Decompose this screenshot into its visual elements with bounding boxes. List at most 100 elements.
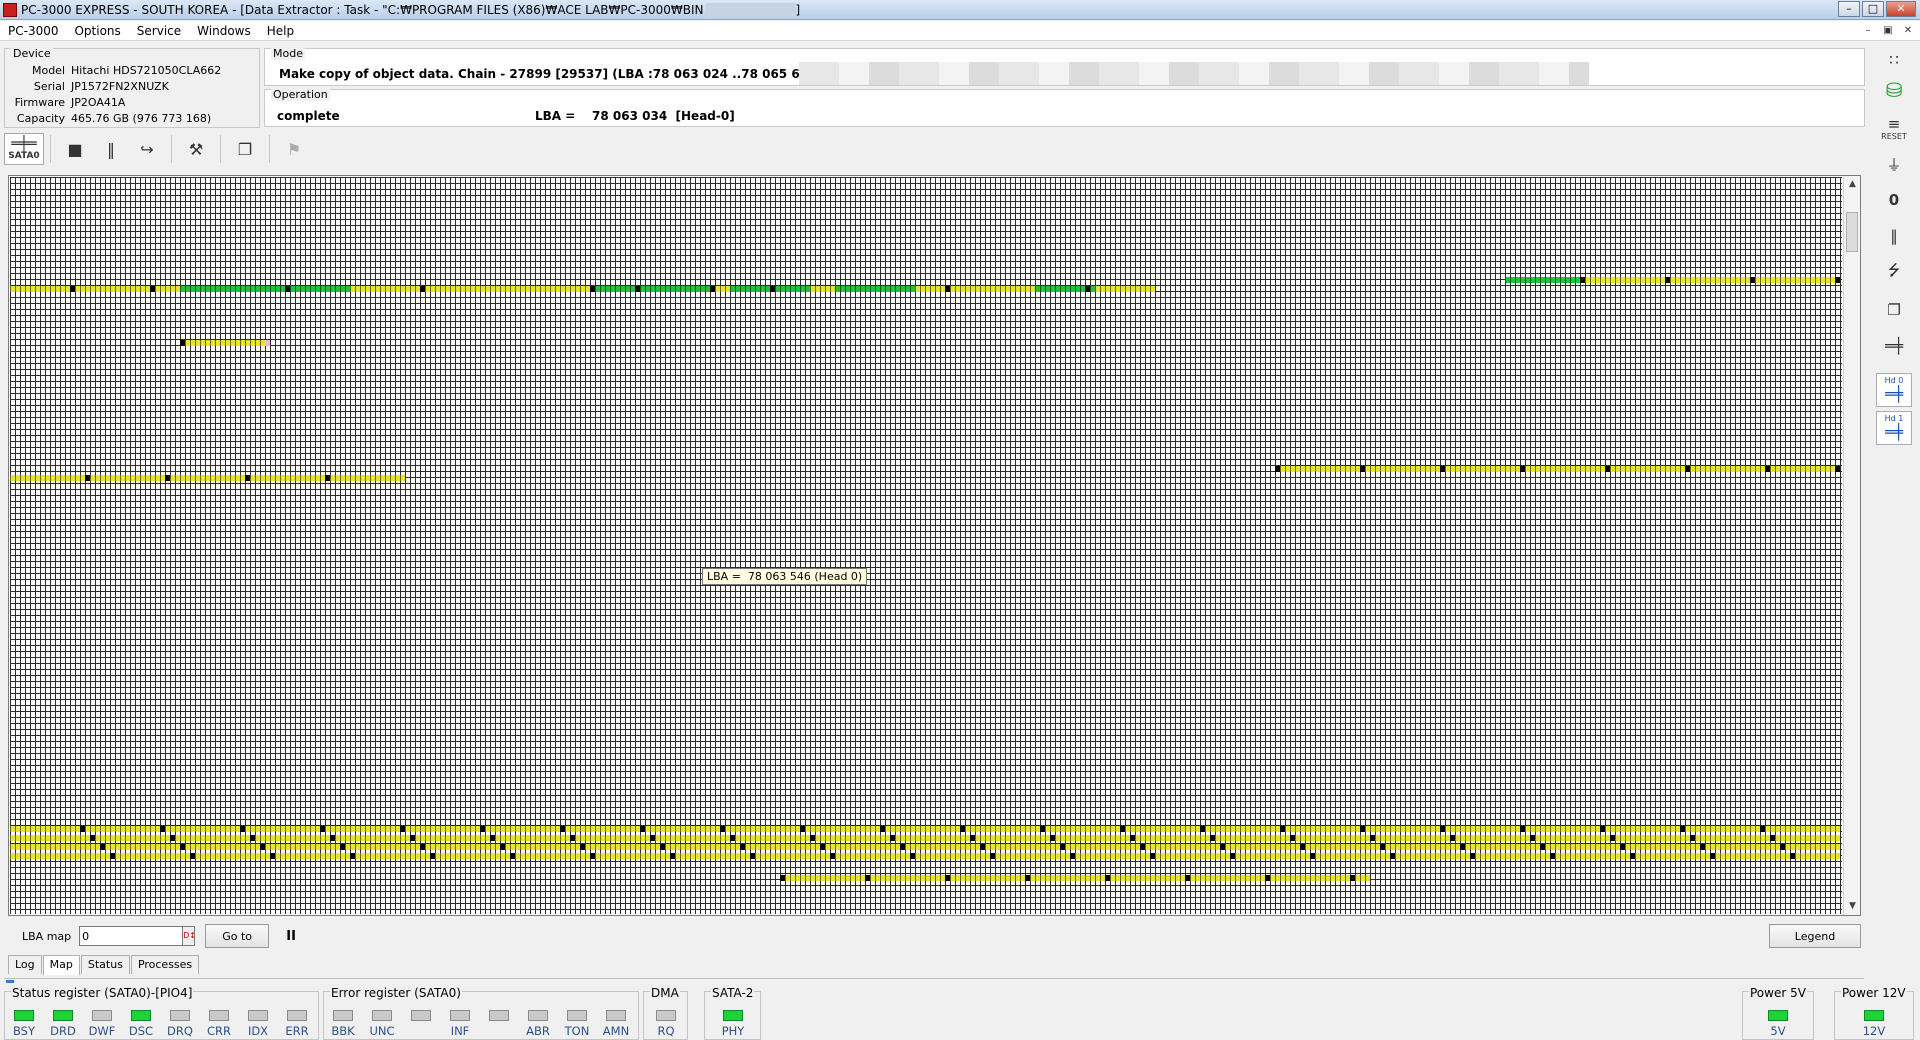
bad-block: [1540, 844, 1545, 850]
bad-block: [960, 826, 965, 832]
bad-block: [660, 844, 665, 850]
sidebar-database-button[interactable]: ⛁: [1876, 73, 1912, 107]
bad-block: [1050, 835, 1055, 841]
sidebar-copy-button[interactable]: ❐: [1876, 293, 1912, 327]
menu-pc3000[interactable]: PC-3000: [0, 21, 66, 41]
sidebar-sata-button[interactable]: ═╪: [1876, 329, 1912, 363]
led-5v: 5V: [1759, 1010, 1797, 1038]
sata-port-button[interactable]: ═╪═ SATA0: [4, 133, 44, 165]
sidebar-connector-button[interactable]: ⭍: [1876, 255, 1912, 289]
sidebar-reset-button[interactable]: ≡ RESET: [1876, 111, 1912, 145]
led-dsc: DSC: [122, 1010, 160, 1038]
menu-service[interactable]: Service: [129, 21, 189, 41]
bad-block: [1040, 826, 1045, 832]
led-lamp: [1864, 1010, 1884, 1021]
bad-block: [580, 844, 585, 850]
menu-options[interactable]: Options: [66, 21, 128, 41]
bad-block: [1450, 835, 1455, 841]
sidebar-zero-button[interactable]: 0: [1876, 183, 1912, 217]
map-pause-button[interactable]: II: [279, 924, 303, 948]
bad-block: [1750, 277, 1755, 283]
sidebar-grid-button[interactable]: ∷: [1876, 43, 1912, 77]
redacted-mode-area: [799, 62, 1589, 85]
bad-block: [340, 844, 345, 850]
legend-button[interactable]: Legend: [1769, 924, 1861, 948]
scroll-up-icon[interactable]: ▲: [1844, 176, 1861, 193]
bad-block: [810, 835, 815, 841]
led-lamp: [92, 1010, 112, 1021]
database-icon: ⛁: [1885, 78, 1903, 102]
led-inf: INF: [441, 1010, 479, 1038]
tools-button[interactable]: ⚒: [178, 133, 214, 165]
device-firmware-label: Firmware: [14, 96, 65, 109]
lba-map-grid[interactable]: [10, 177, 1842, 914]
bad-block: [100, 844, 105, 850]
operation-status: complete: [277, 109, 340, 123]
map-vertical-scrollbar[interactable]: ▲ ▼: [1843, 176, 1860, 915]
mdi-minimize-button[interactable]: –: [1860, 24, 1876, 38]
device-capacity-row: Capacity 465.76 GB (976 773 168): [7, 111, 221, 127]
device-firmware-row: Firmware JP2OA41A: [7, 95, 221, 111]
led-lamp: [567, 1010, 587, 1021]
scroll-thumb[interactable]: [1846, 212, 1858, 252]
led-unc: UNC: [363, 1010, 401, 1038]
tab-log[interactable]: Log: [8, 955, 42, 974]
bad-block: [750, 853, 755, 859]
windows-button[interactable]: ❐: [227, 133, 263, 165]
read-ok-block-run: [1505, 277, 1580, 283]
led-abr: ABR: [519, 1010, 557, 1038]
led-label: IDX: [247, 1024, 269, 1038]
lba-map[interactable]: LBA = 78 063 546 (Head 0) ▲ ▼: [8, 175, 1861, 916]
bad-block: [1765, 466, 1770, 472]
led-label: TON: [564, 1024, 590, 1038]
maximize-button[interactable]: □: [1862, 1, 1884, 17]
mdi-close-button[interactable]: ✕: [1900, 24, 1916, 38]
pause-button[interactable]: ‖: [93, 133, 129, 165]
exit-button[interactable]: ⚑: [276, 133, 312, 165]
bad-block: [1120, 826, 1125, 832]
led-ton: TON: [558, 1010, 596, 1038]
export-button[interactable]: ↪: [129, 133, 165, 165]
bad-block: [990, 853, 995, 859]
menu-windows[interactable]: Windows: [189, 21, 259, 41]
device-legend: Device: [11, 47, 53, 60]
lba-map-label: LBA map: [22, 929, 72, 943]
operation-lba: LBA = 78 063 034 [Head-0]: [535, 109, 735, 123]
led-label: 12V: [1862, 1024, 1886, 1038]
minimize-button[interactable]: –: [1838, 1, 1860, 17]
bad-block: [270, 853, 275, 859]
sidebar-hd0-button[interactable]: Hd 0 ═╪: [1876, 373, 1912, 407]
led-lamp: [450, 1010, 470, 1021]
bad-block: [240, 826, 245, 832]
tab-status[interactable]: Status: [80, 955, 130, 974]
bad-block: [420, 286, 425, 292]
goto-button[interactable]: Go to: [205, 924, 270, 948]
lba-format-icon[interactable]: D↕: [183, 926, 196, 946]
led-label: CRR: [206, 1024, 231, 1038]
menu-help[interactable]: Help: [259, 21, 302, 41]
sidebar-power-button[interactable]: ⏚: [1876, 147, 1912, 181]
close-button[interactable]: ✕: [1886, 1, 1916, 17]
scroll-down-icon[interactable]: ▼: [1844, 898, 1861, 915]
bad-block: [1780, 844, 1785, 850]
bad-block: [770, 286, 775, 292]
sidebar-pause-button[interactable]: ‖: [1876, 219, 1912, 253]
bad-block: [1610, 835, 1615, 841]
led-lamp: [131, 1010, 151, 1021]
tab-map[interactable]: Map: [42, 955, 80, 975]
redacted-title-area: [705, 2, 796, 17]
bad-block: [1070, 853, 1075, 859]
bad-block: [1025, 875, 1030, 881]
bad-block: [1140, 844, 1145, 850]
lba-input[interactable]: [79, 926, 184, 946]
mdi-restore-button[interactable]: ▣: [1880, 24, 1896, 38]
power-12v-group: Power 12V 12V: [1834, 986, 1914, 1040]
led-label: 5V: [1770, 1024, 1786, 1038]
sata-plug-icon: ═╪═: [11, 136, 37, 152]
bad-block: [400, 826, 405, 832]
tab-processes[interactable]: Processes: [130, 955, 200, 974]
sidebar-hd1-button[interactable]: Hd 1 ═╪: [1876, 411, 1912, 445]
bad-block: [190, 853, 195, 859]
bad-block: [720, 826, 725, 832]
stop-button[interactable]: ■: [57, 133, 93, 165]
